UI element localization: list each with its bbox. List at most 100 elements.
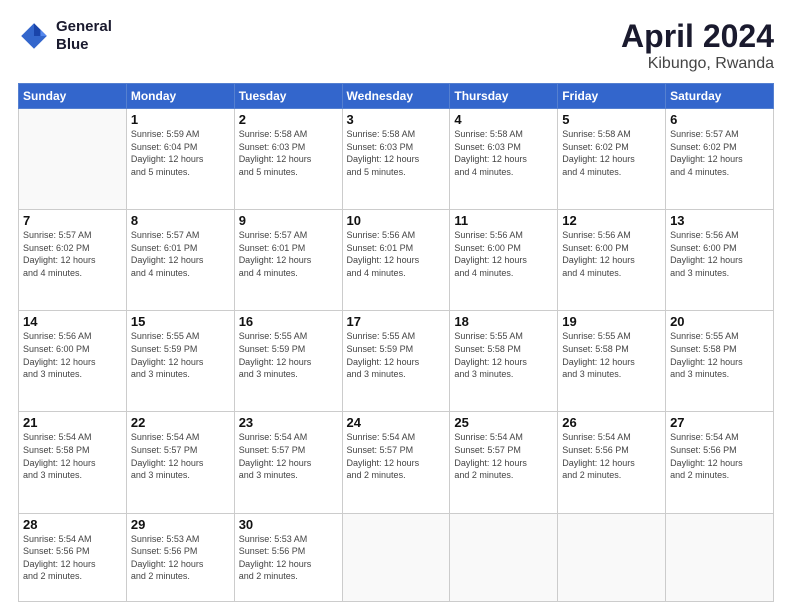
day-number: 15 — [131, 314, 230, 329]
day-number: 26 — [562, 415, 661, 430]
calendar-cell: 22Sunrise: 5:54 AM Sunset: 5:57 PM Dayli… — [126, 412, 234, 513]
day-info: Sunrise: 5:54 AM Sunset: 5:56 PM Dayligh… — [23, 533, 122, 583]
day-info: Sunrise: 5:54 AM Sunset: 5:57 PM Dayligh… — [239, 431, 338, 481]
day-info: Sunrise: 5:54 AM Sunset: 5:58 PM Dayligh… — [23, 431, 122, 481]
calendar-cell: 12Sunrise: 5:56 AM Sunset: 6:00 PM Dayli… — [558, 210, 666, 311]
day-info: Sunrise: 5:56 AM Sunset: 6:00 PM Dayligh… — [670, 229, 769, 279]
week-row-3: 21Sunrise: 5:54 AM Sunset: 5:58 PM Dayli… — [19, 412, 774, 513]
day-header-friday: Friday — [558, 84, 666, 109]
day-number: 7 — [23, 213, 122, 228]
calendar-cell: 24Sunrise: 5:54 AM Sunset: 5:57 PM Dayli… — [342, 412, 450, 513]
day-info: Sunrise: 5:55 AM Sunset: 5:59 PM Dayligh… — [239, 330, 338, 380]
day-header-saturday: Saturday — [666, 84, 774, 109]
day-info: Sunrise: 5:55 AM Sunset: 5:59 PM Dayligh… — [347, 330, 446, 380]
calendar-cell: 27Sunrise: 5:54 AM Sunset: 5:56 PM Dayli… — [666, 412, 774, 513]
day-info: Sunrise: 5:56 AM Sunset: 6:00 PM Dayligh… — [23, 330, 122, 380]
week-row-2: 14Sunrise: 5:56 AM Sunset: 6:00 PM Dayli… — [19, 311, 774, 412]
day-number: 12 — [562, 213, 661, 228]
day-info: Sunrise: 5:54 AM Sunset: 5:56 PM Dayligh… — [670, 431, 769, 481]
day-header-thursday: Thursday — [450, 84, 558, 109]
calendar-cell: 21Sunrise: 5:54 AM Sunset: 5:58 PM Dayli… — [19, 412, 127, 513]
day-info: Sunrise: 5:59 AM Sunset: 6:04 PM Dayligh… — [131, 128, 230, 178]
day-number: 9 — [239, 213, 338, 228]
calendar-table: SundayMondayTuesdayWednesdayThursdayFrid… — [18, 83, 774, 602]
calendar-cell: 25Sunrise: 5:54 AM Sunset: 5:57 PM Dayli… — [450, 412, 558, 513]
calendar-cell: 17Sunrise: 5:55 AM Sunset: 5:59 PM Dayli… — [342, 311, 450, 412]
day-number: 11 — [454, 213, 553, 228]
day-header-tuesday: Tuesday — [234, 84, 342, 109]
day-number: 21 — [23, 415, 122, 430]
day-info: Sunrise: 5:56 AM Sunset: 6:00 PM Dayligh… — [562, 229, 661, 279]
day-number: 16 — [239, 314, 338, 329]
calendar-cell — [19, 109, 127, 210]
day-header-sunday: Sunday — [19, 84, 127, 109]
day-number: 14 — [23, 314, 122, 329]
day-info: Sunrise: 5:57 AM Sunset: 6:01 PM Dayligh… — [239, 229, 338, 279]
day-info: Sunrise: 5:55 AM Sunset: 5:58 PM Dayligh… — [670, 330, 769, 380]
logo: General Blue — [18, 18, 112, 54]
day-number: 17 — [347, 314, 446, 329]
day-info: Sunrise: 5:57 AM Sunset: 6:02 PM Dayligh… — [670, 128, 769, 178]
calendar-cell: 13Sunrise: 5:56 AM Sunset: 6:00 PM Dayli… — [666, 210, 774, 311]
day-info: Sunrise: 5:58 AM Sunset: 6:03 PM Dayligh… — [239, 128, 338, 178]
calendar-cell: 23Sunrise: 5:54 AM Sunset: 5:57 PM Dayli… — [234, 412, 342, 513]
day-number: 8 — [131, 213, 230, 228]
day-number: 19 — [562, 314, 661, 329]
day-info: Sunrise: 5:54 AM Sunset: 5:57 PM Dayligh… — [454, 431, 553, 481]
calendar-cell: 6Sunrise: 5:57 AM Sunset: 6:02 PM Daylig… — [666, 109, 774, 210]
calendar-cell: 19Sunrise: 5:55 AM Sunset: 5:58 PM Dayli… — [558, 311, 666, 412]
day-number: 20 — [670, 314, 769, 329]
calendar-cell: 16Sunrise: 5:55 AM Sunset: 5:59 PM Dayli… — [234, 311, 342, 412]
title-block: April 2024 Kibungo, Rwanda — [621, 18, 774, 73]
logo-icon — [18, 20, 50, 52]
subtitle: Kibungo, Rwanda — [621, 55, 774, 73]
day-number: 5 — [562, 112, 661, 127]
logo-line2: Blue — [56, 36, 112, 54]
day-number: 25 — [454, 415, 553, 430]
calendar-cell: 2Sunrise: 5:58 AM Sunset: 6:03 PM Daylig… — [234, 109, 342, 210]
calendar-cell: 18Sunrise: 5:55 AM Sunset: 5:58 PM Dayli… — [450, 311, 558, 412]
header-row: SundayMondayTuesdayWednesdayThursdayFrid… — [19, 84, 774, 109]
calendar-cell: 29Sunrise: 5:53 AM Sunset: 5:56 PM Dayli… — [126, 513, 234, 601]
day-header-monday: Monday — [126, 84, 234, 109]
calendar-cell: 1Sunrise: 5:59 AM Sunset: 6:04 PM Daylig… — [126, 109, 234, 210]
day-info: Sunrise: 5:54 AM Sunset: 5:57 PM Dayligh… — [131, 431, 230, 481]
calendar-cell — [558, 513, 666, 601]
day-info: Sunrise: 5:58 AM Sunset: 6:02 PM Dayligh… — [562, 128, 661, 178]
day-number: 22 — [131, 415, 230, 430]
calendar-cell: 9Sunrise: 5:57 AM Sunset: 6:01 PM Daylig… — [234, 210, 342, 311]
calendar-cell: 30Sunrise: 5:53 AM Sunset: 5:56 PM Dayli… — [234, 513, 342, 601]
calendar-header: SundayMondayTuesdayWednesdayThursdayFrid… — [19, 84, 774, 109]
calendar-cell — [450, 513, 558, 601]
day-info: Sunrise: 5:57 AM Sunset: 6:01 PM Dayligh… — [131, 229, 230, 279]
day-number: 4 — [454, 112, 553, 127]
page: General Blue April 2024 Kibungo, Rwanda … — [0, 0, 792, 612]
week-row-1: 7Sunrise: 5:57 AM Sunset: 6:02 PM Daylig… — [19, 210, 774, 311]
calendar-cell: 4Sunrise: 5:58 AM Sunset: 6:03 PM Daylig… — [450, 109, 558, 210]
day-info: Sunrise: 5:56 AM Sunset: 6:01 PM Dayligh… — [347, 229, 446, 279]
day-number: 27 — [670, 415, 769, 430]
day-number: 28 — [23, 517, 122, 532]
calendar-cell: 8Sunrise: 5:57 AM Sunset: 6:01 PM Daylig… — [126, 210, 234, 311]
day-info: Sunrise: 5:57 AM Sunset: 6:02 PM Dayligh… — [23, 229, 122, 279]
calendar-cell: 15Sunrise: 5:55 AM Sunset: 5:59 PM Dayli… — [126, 311, 234, 412]
day-number: 10 — [347, 213, 446, 228]
calendar-cell: 20Sunrise: 5:55 AM Sunset: 5:58 PM Dayli… — [666, 311, 774, 412]
day-info: Sunrise: 5:55 AM Sunset: 5:59 PM Dayligh… — [131, 330, 230, 380]
logo-line1: General — [56, 18, 112, 36]
day-number: 24 — [347, 415, 446, 430]
day-number: 18 — [454, 314, 553, 329]
calendar-cell — [342, 513, 450, 601]
day-info: Sunrise: 5:55 AM Sunset: 5:58 PM Dayligh… — [454, 330, 553, 380]
logo-text: General Blue — [56, 18, 112, 54]
day-info: Sunrise: 5:58 AM Sunset: 6:03 PM Dayligh… — [454, 128, 553, 178]
week-row-4: 28Sunrise: 5:54 AM Sunset: 5:56 PM Dayli… — [19, 513, 774, 601]
calendar-cell: 28Sunrise: 5:54 AM Sunset: 5:56 PM Dayli… — [19, 513, 127, 601]
header: General Blue April 2024 Kibungo, Rwanda — [18, 18, 774, 73]
calendar-cell: 14Sunrise: 5:56 AM Sunset: 6:00 PM Dayli… — [19, 311, 127, 412]
day-header-wednesday: Wednesday — [342, 84, 450, 109]
day-info: Sunrise: 5:58 AM Sunset: 6:03 PM Dayligh… — [347, 128, 446, 178]
calendar-cell: 3Sunrise: 5:58 AM Sunset: 6:03 PM Daylig… — [342, 109, 450, 210]
calendar-cell — [666, 513, 774, 601]
calendar-cell: 11Sunrise: 5:56 AM Sunset: 6:00 PM Dayli… — [450, 210, 558, 311]
